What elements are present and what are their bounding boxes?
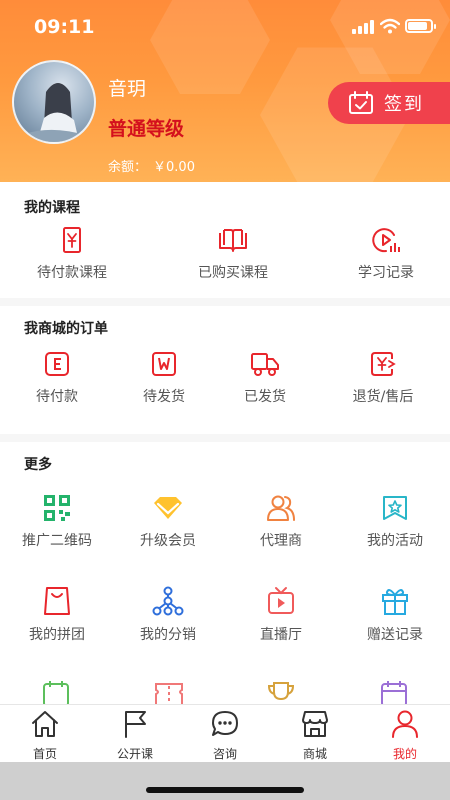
truck-icon <box>251 353 279 376</box>
orders-title: 我商城的订单 <box>24 321 108 337</box>
signin-label: 签到 <box>384 94 424 115</box>
tab-label: 我的 <box>392 747 417 761</box>
gift-icon <box>382 589 408 615</box>
flag-icon <box>125 711 146 738</box>
more-item-live-room[interactable]: 直播厅 <box>226 586 336 644</box>
ticket-icon <box>155 683 183 704</box>
schedule-icon <box>381 681 407 704</box>
more-item-label: 直播厅 <box>260 627 302 643</box>
tab-open-course[interactable]: 公开课 <box>90 709 180 762</box>
avatar[interactable] <box>12 60 96 144</box>
more-item-gift-record[interactable]: 赠送记录 <box>340 586 450 644</box>
tab-label: 公开课 <box>116 747 153 761</box>
orders-item-pending-payment[interactable]: 待付款 <box>2 350 112 406</box>
battery-icon <box>405 19 436 33</box>
wallet-icon <box>45 352 69 376</box>
tab-consult[interactable]: 咨询 <box>180 709 270 762</box>
chat-icon <box>212 711 238 736</box>
profile-header: 09:11 音玥 普通等级 余额： ￥0.00 签到 <box>0 0 450 182</box>
member-level: 普通等级 <box>108 118 185 140</box>
home-indicator-area <box>0 762 450 800</box>
balance: 余额： ￥0.00 <box>108 156 195 175</box>
orders-item-returns[interactable]: 退货/售后 <box>328 350 438 406</box>
qr-code-icon <box>44 495 70 521</box>
more-item-label: 升级会员 <box>140 533 196 549</box>
wifi-icon <box>380 18 400 34</box>
more-item-agent[interactable]: 代理商 <box>226 494 336 550</box>
tab-label: 商城 <box>302 747 327 761</box>
courses-item-purchased[interactable]: 已购买课程 <box>178 226 288 282</box>
more-item-my-activity[interactable]: 我的活动 <box>340 494 450 550</box>
user-name: 音玥 <box>108 78 147 100</box>
courses-title: 我的课程 <box>24 200 80 216</box>
home-indicator[interactable] <box>146 787 304 793</box>
diamond-icon <box>154 497 182 519</box>
more-item-label: 我的分销 <box>140 627 196 643</box>
signal-icon <box>352 20 374 34</box>
yen-receipt-icon <box>63 227 81 253</box>
person-icon <box>392 710 418 738</box>
tab-mall[interactable]: 商城 <box>270 709 360 762</box>
people-icon <box>267 495 295 521</box>
tab-label: 咨询 <box>212 747 237 761</box>
courses-item-label: 待付款课程 <box>37 265 107 281</box>
more-item-label: 推广二维码 <box>22 533 92 549</box>
tab-home[interactable]: 首页 <box>0 709 90 762</box>
courses-section: 我的课程 待付款课程 已购买课程 学习记录 <box>0 182 450 298</box>
courses-item-label: 已购买课程 <box>198 265 268 281</box>
more-item-upgrade-member[interactable]: 升级会员 <box>113 494 223 550</box>
tab-label: 首页 <box>32 747 57 761</box>
orders-item-label: 退货/售后 <box>352 389 414 405</box>
bottom-tab-bar: 首页 公开课 咨询 商城 我的 <box>0 704 450 762</box>
courses-item-pending-payment[interactable]: 待付款课程 <box>17 226 127 282</box>
orders-item-label: 已发货 <box>244 389 286 405</box>
calendar-check-icon <box>349 91 373 114</box>
more-item-label: 我的拼团 <box>29 627 85 643</box>
courses-item-study-record[interactable]: 学习记录 <box>331 226 441 282</box>
open-book-icon <box>219 229 247 252</box>
tv-play-icon <box>268 587 294 614</box>
orders-item-label: 待发货 <box>143 389 185 405</box>
courses-item-label: 学习记录 <box>358 265 414 281</box>
more-title: 更多 <box>24 457 52 473</box>
refund-icon <box>371 352 396 376</box>
more-item-distribution[interactable]: 我的分销 <box>113 586 223 644</box>
orders-section: 我商城的订单 待付款 待发货 已发货 退货/售后 <box>0 306 450 434</box>
tab-mine[interactable]: 我的 <box>360 709 450 762</box>
more-item-label: 我的活动 <box>367 533 423 549</box>
more-item-qr-code[interactable]: 推广二维码 <box>2 494 112 550</box>
more-item-label: 代理商 <box>260 533 302 549</box>
status-bar: 09:11 <box>0 0 450 56</box>
orders-item-label: 待付款 <box>36 389 78 405</box>
orders-item-pending-shipment[interactable]: 待发货 <box>109 350 219 406</box>
play-record-icon <box>372 228 400 253</box>
balance-label: 余额： <box>108 160 148 175</box>
calendar-icon <box>43 681 69 704</box>
star-bookmark-icon <box>383 496 407 520</box>
orders-item-shipped[interactable]: 已发货 <box>210 350 320 406</box>
more-item-group-buy[interactable]: 我的拼团 <box>2 586 112 644</box>
network-icon <box>152 586 184 616</box>
status-time: 09:11 <box>34 16 95 38</box>
balance-value: ￥0.00 <box>153 160 195 175</box>
more-item-label: 赠送记录 <box>367 627 423 643</box>
shop-icon <box>302 711 328 737</box>
package-icon <box>152 352 176 376</box>
signin-button[interactable]: 签到 <box>328 82 450 124</box>
trophy-icon <box>267 682 295 701</box>
more-section: 更多 推广二维码 升级会员 代理商 我的活动 我的拼团 我的分销 直播厅 赠送记… <box>0 442 450 704</box>
house-icon <box>32 711 58 737</box>
shopping-bag-icon <box>44 587 70 615</box>
